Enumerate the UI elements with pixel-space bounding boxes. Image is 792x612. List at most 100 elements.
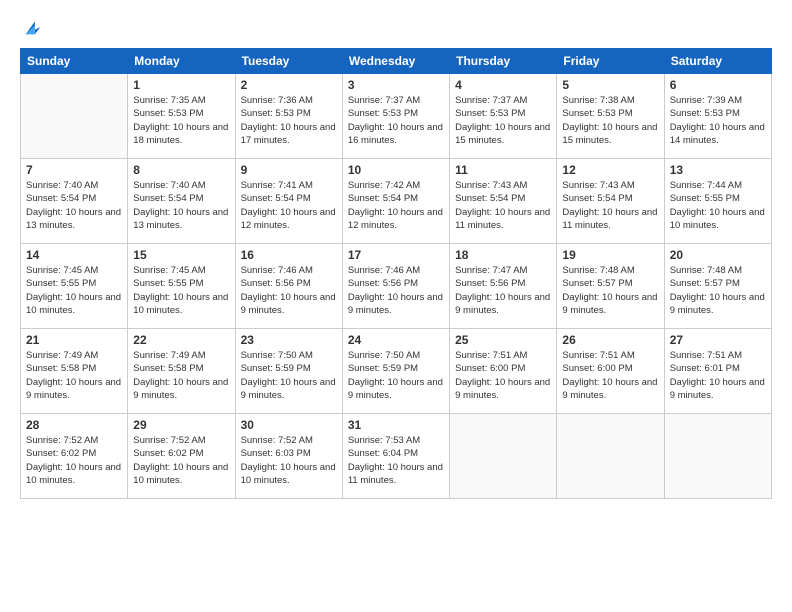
calendar-week-row: 7 Sunrise: 7:40 AM Sunset: 5:54 PM Daylig… [21,159,772,244]
day-info: Sunrise: 7:52 AM Sunset: 6:03 PM Dayligh… [241,434,337,487]
calendar-cell: 31 Sunrise: 7:53 AM Sunset: 6:04 PM Dayli… [342,414,449,499]
day-number: 1 [133,78,229,92]
logo-icon [22,16,44,38]
day-info: Sunrise: 7:51 AM Sunset: 6:01 PM Dayligh… [670,349,766,402]
weekday-header-monday: Monday [128,49,235,74]
day-number: 9 [241,163,337,177]
day-number: 11 [455,163,551,177]
day-info: Sunrise: 7:40 AM Sunset: 5:54 PM Dayligh… [26,179,122,232]
day-number: 7 [26,163,122,177]
day-number: 16 [241,248,337,262]
calendar-cell: 8 Sunrise: 7:40 AM Sunset: 5:54 PM Daylig… [128,159,235,244]
calendar-cell: 6Sunrise: 7:39 AM Sunset: 5:53 PM Daylig… [664,74,771,159]
day-info: Sunrise: 7:47 AM Sunset: 5:56 PM Dayligh… [455,264,551,317]
day-info: Sunrise: 7:49 AM Sunset: 5:58 PM Dayligh… [133,349,229,402]
weekday-header-sunday: Sunday [21,49,128,74]
calendar-week-row: 14 Sunrise: 7:45 AM Sunset: 5:55 PM Dayli… [21,244,772,329]
calendar-table: SundayMondayTuesdayWednesdayThursdayFrid… [20,48,772,499]
calendar-cell: 11Sunrise: 7:43 AM Sunset: 5:54 PM Dayli… [450,159,557,244]
calendar-cell: 28 Sunrise: 7:52 AM Sunset: 6:02 PM Dayli… [21,414,128,499]
day-number: 21 [26,333,122,347]
calendar-cell: 22 Sunrise: 7:49 AM Sunset: 5:58 PM Dayli… [128,329,235,414]
calendar-week-row: 28 Sunrise: 7:52 AM Sunset: 6:02 PM Dayli… [21,414,772,499]
calendar-cell: 3 Sunrise: 7:37 AM Sunset: 5:53 PM Daylig… [342,74,449,159]
header [20,16,772,38]
day-info: Sunrise: 7:52 AM Sunset: 6:02 PM Dayligh… [26,434,122,487]
calendar-cell [664,414,771,499]
calendar-cell: 26 Sunrise: 7:51 AM Sunset: 6:00 PM Dayli… [557,329,664,414]
calendar-cell: 7 Sunrise: 7:40 AM Sunset: 5:54 PM Daylig… [21,159,128,244]
calendar-week-row: 1 Sunrise: 7:35 AM Sunset: 5:53 PM Daylig… [21,74,772,159]
day-info: Sunrise: 7:46 AM Sunset: 5:56 PM Dayligh… [348,264,444,317]
day-number: 18 [455,248,551,262]
calendar-cell: 17 Sunrise: 7:46 AM Sunset: 5:56 PM Dayli… [342,244,449,329]
day-number: 5 [562,78,658,92]
calendar-cell: 19 Sunrise: 7:48 AM Sunset: 5:57 PM Dayli… [557,244,664,329]
day-number: 24 [348,333,444,347]
day-info: Sunrise: 7:43 AM Sunset: 5:54 PM Dayligh… [562,179,658,232]
day-info: Sunrise: 7:48 AM Sunset: 5:57 PM Dayligh… [562,264,658,317]
day-number: 26 [562,333,658,347]
day-info: Sunrise: 7:49 AM Sunset: 5:58 PM Dayligh… [26,349,122,402]
calendar-cell: 29Sunrise: 7:52 AM Sunset: 6:02 PM Dayli… [128,414,235,499]
day-info: Sunrise: 7:50 AM Sunset: 5:59 PM Dayligh… [348,349,444,402]
calendar-cell: 15Sunrise: 7:45 AM Sunset: 5:55 PM Dayli… [128,244,235,329]
calendar-cell: 20Sunrise: 7:48 AM Sunset: 5:57 PM Dayli… [664,244,771,329]
calendar-cell: 12 Sunrise: 7:43 AM Sunset: 5:54 PM Dayli… [557,159,664,244]
day-info: Sunrise: 7:46 AM Sunset: 5:56 PM Dayligh… [241,264,337,317]
day-number: 22 [133,333,229,347]
day-number: 12 [562,163,658,177]
day-info: Sunrise: 7:50 AM Sunset: 5:59 PM Dayligh… [241,349,337,402]
calendar-cell: 5 Sunrise: 7:38 AM Sunset: 5:53 PM Daylig… [557,74,664,159]
day-number: 17 [348,248,444,262]
calendar-cell: 23 Sunrise: 7:50 AM Sunset: 5:59 PM Dayli… [235,329,342,414]
logo [20,16,44,38]
day-number: 19 [562,248,658,262]
day-number: 6 [670,78,766,92]
day-info: Sunrise: 7:51 AM Sunset: 6:00 PM Dayligh… [562,349,658,402]
calendar-cell [450,414,557,499]
day-number: 20 [670,248,766,262]
calendar-cell: 1 Sunrise: 7:35 AM Sunset: 5:53 PM Daylig… [128,74,235,159]
day-number: 3 [348,78,444,92]
day-number: 25 [455,333,551,347]
calendar-cell [557,414,664,499]
day-number: 28 [26,418,122,432]
day-info: Sunrise: 7:52 AM Sunset: 6:02 PM Dayligh… [133,434,229,487]
day-info: Sunrise: 7:42 AM Sunset: 5:54 PM Dayligh… [348,179,444,232]
weekday-header-thursday: Thursday [450,49,557,74]
calendar-cell: 24 Sunrise: 7:50 AM Sunset: 5:59 PM Dayli… [342,329,449,414]
calendar-cell: 2Sunrise: 7:36 AM Sunset: 5:53 PM Daylig… [235,74,342,159]
day-info: Sunrise: 7:40 AM Sunset: 5:54 PM Dayligh… [133,179,229,232]
day-info: Sunrise: 7:41 AM Sunset: 5:54 PM Dayligh… [241,179,337,232]
day-info: Sunrise: 7:36 AM Sunset: 5:53 PM Dayligh… [241,94,337,147]
day-number: 13 [670,163,766,177]
calendar-cell: 27 Sunrise: 7:51 AM Sunset: 6:01 PM Dayli… [664,329,771,414]
calendar-cell: 21 Sunrise: 7:49 AM Sunset: 5:58 PM Dayli… [21,329,128,414]
calendar-cell: 16 Sunrise: 7:46 AM Sunset: 5:56 PM Dayli… [235,244,342,329]
day-info: Sunrise: 7:38 AM Sunset: 5:53 PM Dayligh… [562,94,658,147]
calendar-week-row: 21 Sunrise: 7:49 AM Sunset: 5:58 PM Dayli… [21,329,772,414]
day-number: 14 [26,248,122,262]
calendar-cell: 10Sunrise: 7:42 AM Sunset: 5:54 PM Dayli… [342,159,449,244]
weekday-header-friday: Friday [557,49,664,74]
day-info: Sunrise: 7:37 AM Sunset: 5:53 PM Dayligh… [348,94,444,147]
calendar-cell: 30 Sunrise: 7:52 AM Sunset: 6:03 PM Dayli… [235,414,342,499]
calendar-container: SundayMondayTuesdayWednesdayThursdayFrid… [0,0,792,612]
day-info: Sunrise: 7:44 AM Sunset: 5:55 PM Dayligh… [670,179,766,232]
day-number: 8 [133,163,229,177]
calendar-cell [21,74,128,159]
calendar-cell: 14Sunrise: 7:45 AM Sunset: 5:55 PM Dayli… [21,244,128,329]
day-number: 23 [241,333,337,347]
day-number: 31 [348,418,444,432]
day-info: Sunrise: 7:35 AM Sunset: 5:53 PM Dayligh… [133,94,229,147]
day-info: Sunrise: 7:53 AM Sunset: 6:04 PM Dayligh… [348,434,444,487]
day-number: 27 [670,333,766,347]
day-number: 4 [455,78,551,92]
weekday-header-wednesday: Wednesday [342,49,449,74]
calendar-cell: 13 Sunrise: 7:44 AM Sunset: 5:55 PM Dayli… [664,159,771,244]
day-info: Sunrise: 7:45 AM Sunset: 5:55 PM Dayligh… [133,264,229,317]
weekday-header-tuesday: Tuesday [235,49,342,74]
day-number: 30 [241,418,337,432]
calendar-cell: 4Sunrise: 7:37 AM Sunset: 5:53 PM Daylig… [450,74,557,159]
